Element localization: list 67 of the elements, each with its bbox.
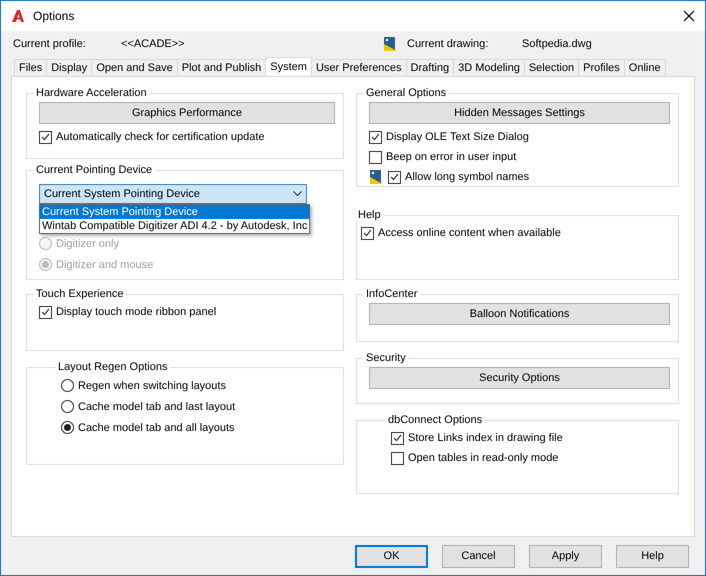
checkbox[interactable] xyxy=(39,306,52,318)
tab[interactable]: 3D Modeling xyxy=(453,59,525,76)
checkmark-icon xyxy=(41,308,50,316)
tab[interactable]: Display xyxy=(46,59,92,76)
drawing-file-icon xyxy=(383,36,399,52)
dropdown-option[interactable]: Current System Pointing Device xyxy=(40,205,310,219)
checkbox-label: Store Links index in drawing file xyxy=(408,432,563,444)
checkbox-label: Access online content when available xyxy=(378,227,561,239)
group-button[interactable]: Hidden Messages Settings xyxy=(369,102,670,124)
group-title: Hardware Acceleration xyxy=(35,87,148,99)
group-title: InfoCenter xyxy=(365,288,418,300)
checkmark-icon xyxy=(41,133,50,141)
tab[interactable]: Online xyxy=(624,59,666,76)
group-button[interactable]: Security Options xyxy=(369,367,670,389)
tab[interactable]: Drafting xyxy=(406,59,454,76)
checkbox-label: Display OLE Text Size Dialog xyxy=(386,131,529,143)
dialog-button[interactable]: Help xyxy=(616,544,689,568)
drawing-value: Softpedia.dwg xyxy=(522,38,593,50)
checkbox[interactable] xyxy=(361,226,374,240)
app-logo-icon xyxy=(11,9,25,23)
dialog-button[interactable]: Cancel xyxy=(442,544,515,568)
checkbox[interactable] xyxy=(369,130,382,144)
group-title: dbConnect Options xyxy=(387,414,484,426)
group-title: Layout Regen Options xyxy=(57,361,168,373)
dropdown-value: Current System Pointing Device xyxy=(44,188,200,200)
radio-button[interactable] xyxy=(61,379,74,392)
checkmark-icon xyxy=(390,173,399,181)
group-button[interactable]: Balloon Notifications xyxy=(369,303,670,325)
checkmark-icon xyxy=(393,434,402,442)
dropdown-option[interactable]: Wintab Compatible Digitizer ADI 4.2 - by Autodesk, Inc xyxy=(40,219,310,233)
group-title: Security xyxy=(365,352,407,364)
checkbox-label: Allow long symbol names xyxy=(405,171,530,183)
group-button[interactable]: Graphics Performance xyxy=(39,102,335,124)
radio-button[interactable] xyxy=(61,400,74,413)
radio-button[interactable] xyxy=(61,421,74,434)
checkbox-label: Display touch mode ribbon panel xyxy=(56,306,216,318)
tab[interactable]: System xyxy=(265,57,312,76)
radio-label: Cache model tab and last layout xyxy=(78,400,236,412)
checkmark-icon xyxy=(371,133,380,141)
tab[interactable]: Files xyxy=(14,59,48,76)
checkbox[interactable] xyxy=(388,170,401,184)
profile-label: Current profile: xyxy=(13,38,87,50)
checkbox-label: Beep on error in user input xyxy=(386,151,516,163)
group-title: Current Pointing Device xyxy=(35,164,154,176)
radio-label: Digitizer and mouse xyxy=(56,258,154,270)
drawing-label: Current drawing: xyxy=(407,38,490,50)
checkbox[interactable] xyxy=(369,150,382,164)
checkbox[interactable] xyxy=(39,130,52,144)
group-title: Touch Experience xyxy=(35,288,124,300)
close-icon[interactable] xyxy=(683,10,695,22)
profile-value: <<ACADE>> xyxy=(121,38,186,50)
checkbox-label: Open tables in read-only mode xyxy=(408,452,558,464)
dialog-button[interactable]: OK xyxy=(355,544,428,568)
checkbox[interactable] xyxy=(391,432,404,444)
group-title: Help xyxy=(357,209,382,221)
window-title: Options xyxy=(33,9,76,23)
tab[interactable]: Open and Save xyxy=(91,59,178,76)
checkbox[interactable] xyxy=(391,452,404,464)
checkmark-icon xyxy=(363,229,372,237)
dialog-button[interactable]: Apply xyxy=(529,544,602,568)
radio-label: Regen when switching layouts xyxy=(78,380,226,392)
group-title: General Options xyxy=(365,87,448,99)
radio-label: Digitizer only xyxy=(56,238,119,250)
pointing-device-dropdown[interactable]: Current System Pointing Device xyxy=(39,184,307,204)
checkbox-label: Automatically check for certification update xyxy=(56,131,264,143)
chevron-icon xyxy=(293,191,302,197)
radio-label: Cache model tab and all layouts xyxy=(78,422,235,434)
